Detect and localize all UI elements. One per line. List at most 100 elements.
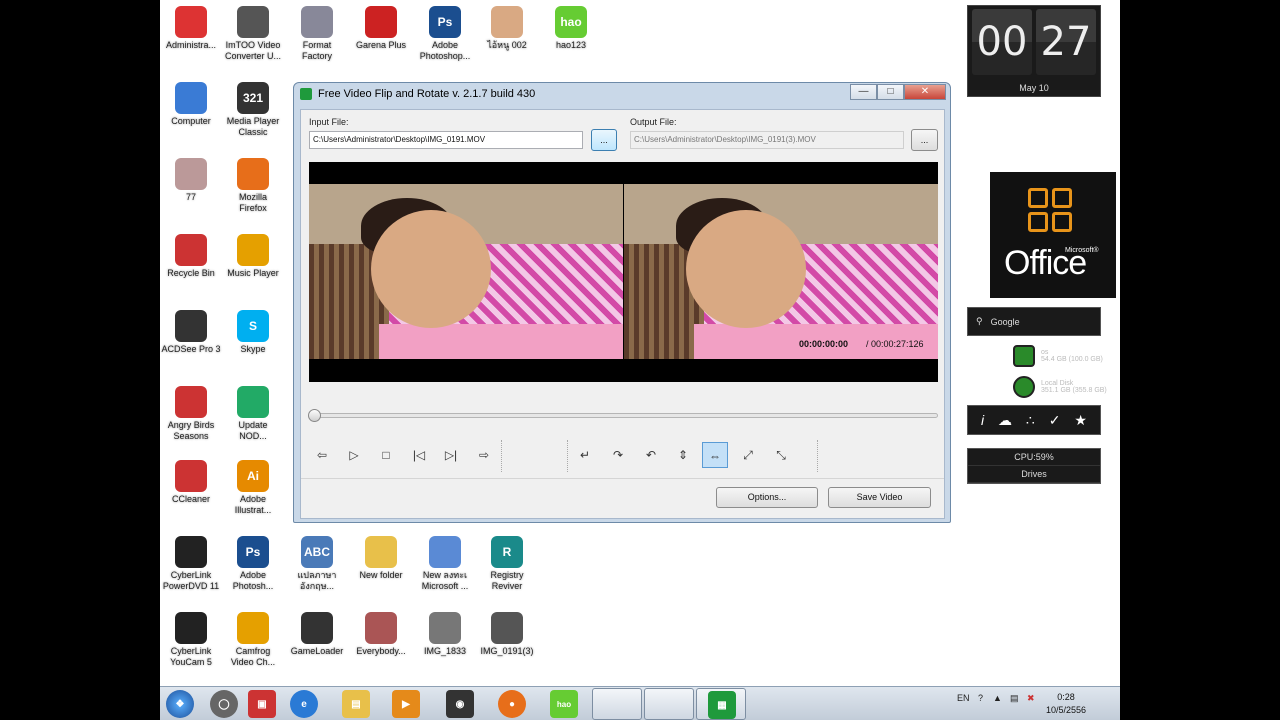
explorer-folder-icon[interactable]: ▤ bbox=[342, 690, 370, 718]
desktop-icon-0[interactable]: Administra... bbox=[160, 2, 222, 51]
registry-reviver-icon: R bbox=[491, 536, 523, 568]
rotate-right-icon[interactable]: ↶ bbox=[638, 442, 664, 468]
input-file-field[interactable]: C:\Users\Administrator\Desktop\IMG_0191.… bbox=[309, 131, 583, 149]
desktop-icon-13[interactable]: ACDSee Pro 3 bbox=[160, 306, 222, 355]
firefox-icon bbox=[237, 158, 269, 190]
desktop-icon-5[interactable]: ไอ้หนู 002 bbox=[476, 2, 538, 51]
flip-rotate-taskbar-icon: ▦ bbox=[708, 691, 736, 719]
save-video-button[interactable]: Save Video bbox=[828, 487, 931, 508]
desktop-icon-1[interactable]: ImTOO Video Converter U... bbox=[222, 2, 284, 62]
desktop-icon-label: Angry Birds Seasons bbox=[167, 420, 215, 441]
tray-arrow-icon[interactable]: ▲ bbox=[993, 693, 1002, 703]
desktop-icon-21[interactable]: ABC แปลภาษา อังกฤษ... bbox=[286, 532, 348, 592]
flip-horizontal-icon[interactable]: ⇔ bbox=[702, 442, 728, 468]
next-frame-icon[interactable]: ⇨ bbox=[471, 442, 497, 468]
rss-icon[interactable]: ∴ bbox=[1026, 412, 1035, 429]
desktop-icon-29[interactable]: IMG_1833 bbox=[414, 608, 476, 657]
desktop-icon-2[interactable]: Format Factory bbox=[286, 2, 348, 62]
volume-muted-icon[interactable]: ✖ bbox=[1027, 693, 1035, 704]
desktop-icon-20[interactable]: Ps Adobe Photosh... bbox=[222, 532, 284, 592]
desktop-icon-16[interactable]: Update NOD... bbox=[222, 382, 284, 442]
language-indicator[interactable]: EN bbox=[957, 693, 970, 703]
desktop-icon-10[interactable]: Mozilla Firefox bbox=[222, 154, 284, 214]
desktop-icon-19[interactable]: CyberLink PowerDVD 11 bbox=[160, 532, 222, 592]
seek-slider-knob[interactable] bbox=[308, 409, 321, 422]
options-button[interactable]: Options... bbox=[716, 487, 818, 508]
flip-vertical-icon[interactable]: ⇕ bbox=[670, 442, 696, 468]
recycle-bin-icon bbox=[175, 234, 207, 266]
desktop-icon-18[interactable]: Ai Adobe Illustrat... bbox=[222, 456, 284, 516]
desktop-icon-25[interactable]: CyberLink YouCam 5 bbox=[160, 608, 222, 668]
desktop-icon-3[interactable]: Garena Plus bbox=[350, 2, 412, 51]
transpose-icon[interactable]: ⤢ bbox=[735, 442, 761, 468]
internet-explorer-icon[interactable]: e bbox=[290, 690, 318, 718]
desktop-icon-label: New ลงทะเ Microsoft ... bbox=[421, 570, 469, 591]
drive-os[interactable]: os 54.4 GB (100.0 GB) bbox=[1013, 345, 1103, 367]
firefox-taskbar-icon[interactable]: ● bbox=[498, 690, 526, 718]
desktop-icon-15[interactable]: Angry Birds Seasons bbox=[160, 382, 222, 442]
previous-frame-icon[interactable]: ⇦ bbox=[309, 442, 335, 468]
weather-icon[interactable]: ☁ bbox=[998, 412, 1012, 429]
hao123-taskbar-icon[interactable]: hao bbox=[550, 690, 578, 718]
input-browse-button[interactable]: ... bbox=[591, 129, 617, 151]
search-gadget[interactable]: ⚲ Google bbox=[967, 307, 1101, 336]
output-file-field[interactable]: C:\Users\Administrator\Desktop\IMG_0191(… bbox=[630, 131, 904, 149]
desktop-icon-24[interactable]: R Registry Reviver bbox=[476, 532, 538, 592]
desktop-icon-4[interactable]: Ps Adobe Photoshop... bbox=[414, 2, 476, 62]
desktop-icon-7[interactable]: Computer bbox=[160, 78, 222, 127]
rotate-page-icon[interactable]: ↷ bbox=[605, 442, 631, 468]
office-logo-icon bbox=[1028, 188, 1076, 236]
illustrator-icon: Ai bbox=[237, 460, 269, 492]
close-button[interactable]: ✕ bbox=[904, 84, 946, 100]
desktop-icon-8[interactable]: 321 Media Player Classic bbox=[222, 78, 284, 138]
skip-end-icon[interactable]: ▷| bbox=[438, 442, 464, 468]
help-icon[interactable]: ? bbox=[978, 693, 983, 703]
skip-start-icon[interactable]: |◁ bbox=[406, 442, 432, 468]
input-file-label: Input File: bbox=[309, 117, 349, 127]
seek-slider[interactable] bbox=[308, 409, 938, 422]
star-icon[interactable]: ★ bbox=[1074, 412, 1087, 429]
transverse-icon[interactable]: ⤡ bbox=[768, 442, 794, 468]
taskbar-app-flip-rotate[interactable]: ▦ bbox=[696, 688, 746, 720]
desktop-icon-11[interactable]: Recycle Bin bbox=[160, 230, 222, 279]
taskbar-app-1[interactable] bbox=[592, 688, 642, 720]
desktop-icon-30[interactable]: IMG_0191(3) bbox=[476, 608, 538, 657]
camera-taskbar-icon[interactable]: ◉ bbox=[446, 690, 474, 718]
power-icon[interactable]: ◯ bbox=[210, 690, 238, 718]
drive-local-disk[interactable]: Local Disk 351.1 GB (355.8 GB) bbox=[1013, 376, 1107, 398]
taskbar-time: 0:28 bbox=[1057, 692, 1075, 702]
desktop-icon-9[interactable]: 77 bbox=[160, 154, 222, 203]
desktop-icon-26[interactable]: Camfrog Video Ch... bbox=[222, 608, 284, 668]
rotate-left-icon[interactable]: ↵ bbox=[572, 442, 598, 468]
office-gadget[interactable]: Microsoft® Office bbox=[990, 172, 1116, 298]
desktop-icon-17[interactable]: CCleaner bbox=[160, 456, 222, 505]
output-browse-button[interactable]: ... bbox=[911, 129, 938, 151]
desktop-icon-23[interactable]: New ลงทะเ Microsoft ... bbox=[414, 532, 476, 592]
computer-icon bbox=[175, 82, 207, 114]
desktop-icon-14[interactable]: S Skype bbox=[222, 306, 284, 355]
office-text: Office bbox=[1004, 244, 1087, 282]
maximize-button[interactable]: □ bbox=[877, 84, 904, 100]
media-player-icon[interactable]: ▶ bbox=[392, 690, 420, 718]
drives-label: Drives bbox=[968, 466, 1100, 483]
desktop-icon-12[interactable]: Music Player bbox=[222, 230, 284, 279]
desktop-icon-22[interactable]: New folder bbox=[350, 532, 412, 581]
current-time: 00:00:00:00 bbox=[799, 339, 849, 349]
info-icon[interactable]: i bbox=[981, 412, 984, 428]
network-icon[interactable]: ▤ bbox=[1010, 693, 1019, 704]
desktop-icon-label: CyberLink YouCam 5 bbox=[170, 646, 212, 667]
check-icon[interactable]: ✓ bbox=[1049, 412, 1061, 429]
windows-drive-icon bbox=[1013, 345, 1035, 367]
gadget-toolbar: i ☁ ∴ ✓ ★ bbox=[967, 405, 1101, 435]
start-button[interactable]: ❖ bbox=[166, 690, 194, 718]
taskbar-app-2[interactable] bbox=[644, 688, 694, 720]
minimize-button[interactable]: — bbox=[850, 84, 877, 100]
taskbar-clock[interactable]: 0:28 10/5/2556 bbox=[1046, 691, 1086, 717]
app-red-icon[interactable]: ▣ bbox=[248, 690, 276, 718]
desktop-icon-28[interactable]: Everybody... bbox=[350, 608, 412, 657]
stop-icon[interactable]: □ bbox=[373, 442, 399, 468]
desktop-icon-27[interactable]: GameLoader bbox=[286, 608, 348, 657]
play-icon[interactable]: ▷ bbox=[341, 442, 367, 468]
desktop-icon-6[interactable]: hao hao123 bbox=[540, 2, 602, 51]
abc-icon: ABC bbox=[301, 536, 333, 568]
